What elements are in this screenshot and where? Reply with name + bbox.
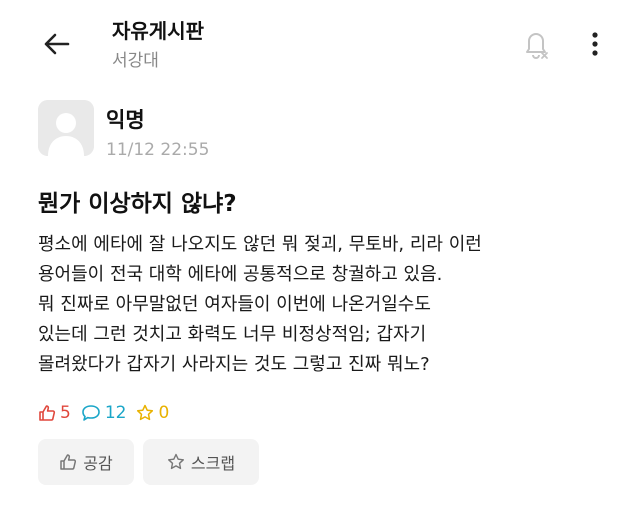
like-count: 5	[60, 403, 71, 423]
more-vertical-icon	[592, 32, 598, 56]
scrap-button[interactable]: 스크랩	[143, 439, 259, 485]
school-name: 서강대	[112, 51, 159, 71]
notification-toggle-button[interactable]	[516, 24, 556, 64]
post-body-line: 몰려왔다가 갑자기 사라지는 것도 그렇고 진짜 뭐노?	[38, 354, 430, 375]
thumbs-up-icon	[39, 405, 56, 421]
anonymous-avatar	[38, 100, 94, 156]
star-icon	[137, 404, 154, 421]
post-stats: 5 12 0	[38, 401, 179, 425]
app-header: 자유게시판 서강대	[0, 0, 640, 84]
post-body-line: 있는데 그런 것치고 화력도 너무 비정상적임; 갑자기	[38, 324, 427, 345]
author-name: 익명	[106, 108, 145, 132]
post-body-line: 평소에 에타에 잘 나오지도 않던 뭐 젖괴, 무토바, 리라 이런	[38, 234, 482, 255]
comment-count: 12	[104, 403, 127, 423]
like-button[interactable]: 공감	[38, 439, 134, 485]
scrap-count-stat: 0	[136, 403, 169, 423]
star-icon	[167, 453, 184, 470]
more-options-button[interactable]	[580, 26, 610, 62]
board-title: 자유게시판	[112, 19, 204, 43]
user-silhouette-icon	[38, 100, 94, 156]
thumbs-up-icon	[60, 454, 77, 470]
back-button[interactable]	[36, 26, 76, 62]
arrow-left-icon	[44, 33, 70, 55]
like-count-stat: 5	[38, 403, 71, 423]
post-body: 평소에 에타에 잘 나오지도 않던 뭐 젖괴, 무토바, 리라 이런 용어들이 …	[38, 230, 618, 380]
bell-off-icon	[526, 33, 548, 59]
like-button-label: 공감	[83, 454, 113, 473]
comment-count-stat: 12	[81, 403, 127, 423]
scrap-button-label: 스크랩	[190, 454, 236, 473]
speech-bubble-icon	[82, 405, 100, 421]
post-body-line: 용어들이 전국 대학 에타에 공통적으로 창궐하고 있음.	[38, 264, 443, 285]
post-title: 뭔가 이상하지 않냐?	[38, 191, 237, 217]
scrap-count: 0	[158, 403, 170, 423]
post-timestamp: 11/12 22:55	[106, 140, 210, 160]
post-body-line: 뭐 진짜로 아무말없던 여자들이 이번에 나온거일수도	[38, 294, 431, 315]
